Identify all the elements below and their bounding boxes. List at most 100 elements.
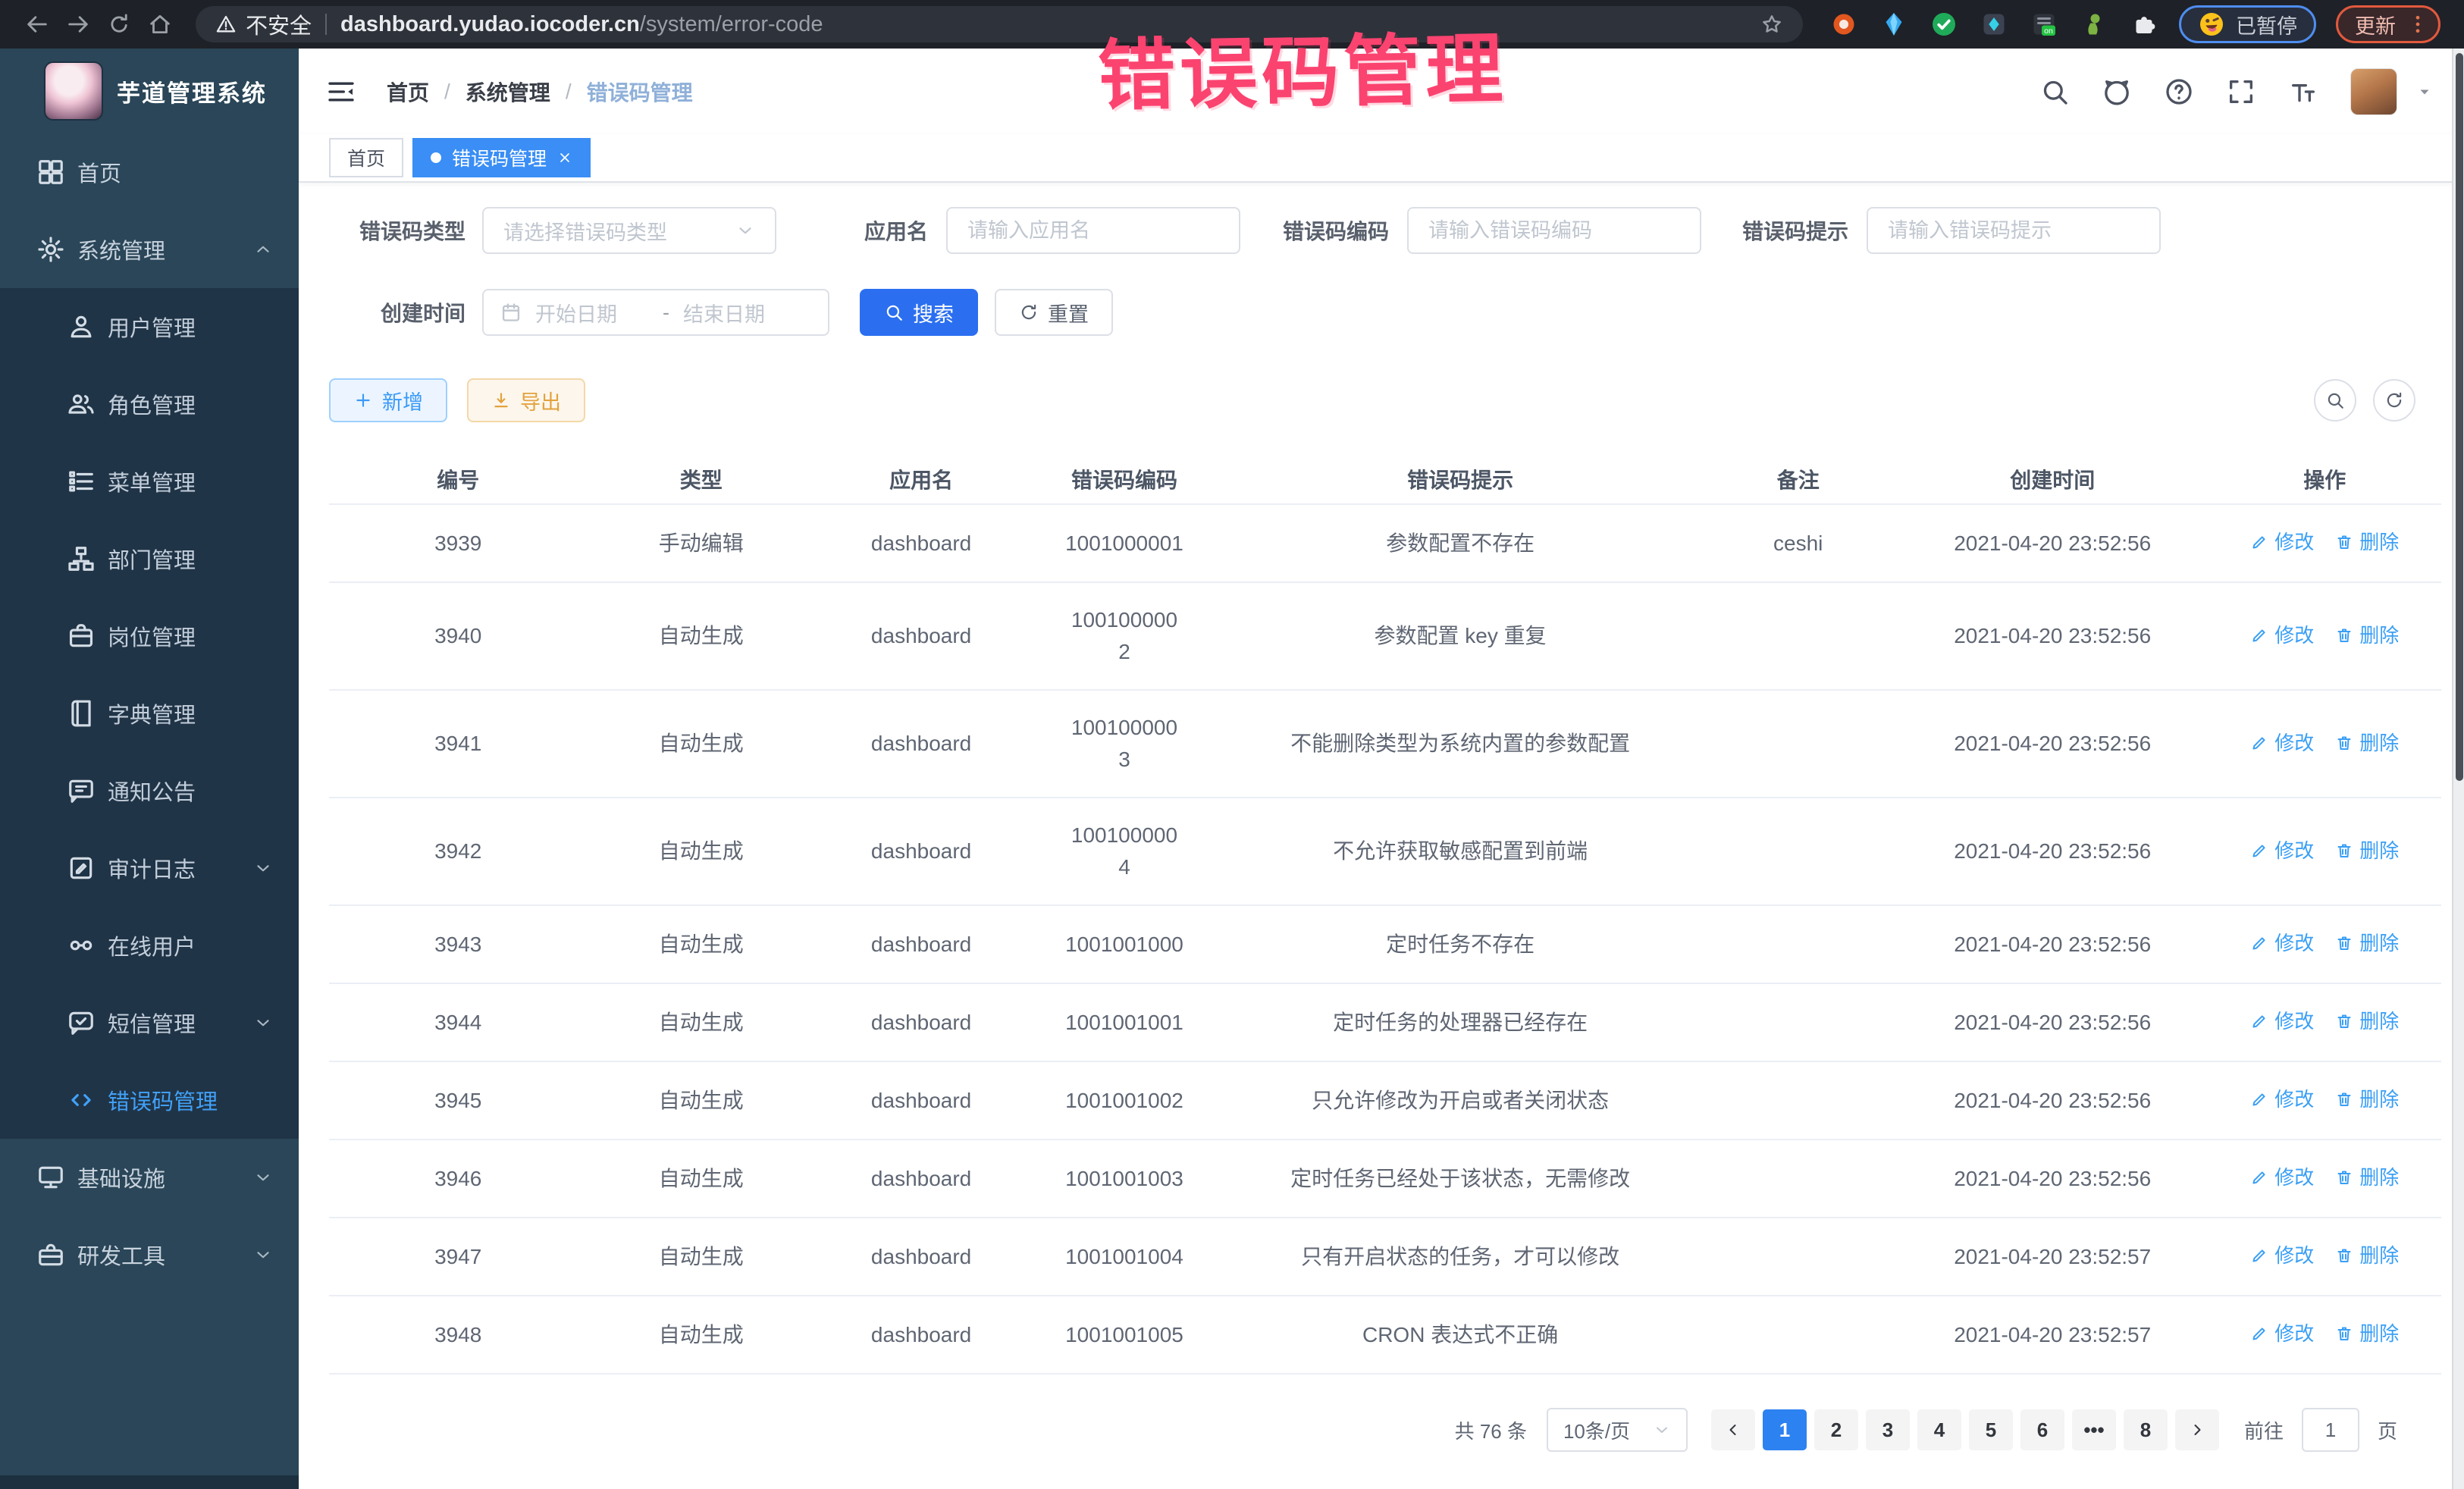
extension-paused-chip[interactable]: 已暂停	[2179, 5, 2316, 43]
back-arrow-icon	[24, 11, 50, 37]
page-button-8[interactable]: 8	[2124, 1409, 2168, 1450]
table-actions-cell: 修改删除	[2208, 1218, 2441, 1296]
header-search-icon[interactable]	[2039, 77, 2070, 107]
sidebar-item-label: 错误码管理	[108, 1084, 218, 1116]
user-avatar[interactable]	[2350, 68, 2397, 115]
error-code-input[interactable]	[1428, 219, 1680, 243]
edit-row-link[interactable]: 修改	[2250, 927, 2314, 959]
breadcrumb-home[interactable]: 首页	[387, 77, 429, 107]
avatar-caret-icon[interactable]	[2415, 83, 2434, 101]
page-button-5[interactable]: 5	[1969, 1409, 2013, 1450]
sidebar-item-dev-tools[interactable]: 研发工具	[0, 1216, 299, 1293]
log-icon	[67, 854, 96, 882]
sidebar-item-post-management[interactable]: 岗位管理	[0, 597, 299, 675]
page-button-6[interactable]: 6	[2020, 1409, 2064, 1450]
sidebar-item-home[interactable]: 首页	[0, 133, 299, 211]
reset-button[interactable]: 重置	[995, 289, 1113, 336]
table-cell: dashboard	[815, 504, 1027, 582]
sidebar-item-dept-management[interactable]: 部门管理	[0, 520, 299, 597]
export-button[interactable]: 导出	[467, 378, 585, 422]
show-search-toggle-button[interactable]	[2314, 379, 2356, 422]
edit-row-link[interactable]: 修改	[2250, 619, 2314, 651]
font-size-icon[interactable]	[2288, 77, 2318, 107]
app-name-input[interactable]	[967, 219, 1219, 243]
add-button[interactable]: 新增	[329, 378, 447, 422]
extension-puzzle-icon[interactable]	[2129, 9, 2159, 39]
sidebar-item-notice-announcement[interactable]: 通知公告	[0, 752, 299, 829]
edit-row-link[interactable]: 修改	[2250, 1318, 2314, 1350]
address-bar[interactable]: 不安全 dashboard.yudao.iocoder.cn /system/e…	[196, 6, 1803, 42]
page-button-4[interactable]: 4	[1917, 1409, 1961, 1450]
table-header-cell: 创建时间	[1897, 454, 2209, 504]
delete-row-link[interactable]: 删除	[2335, 1161, 2399, 1193]
delete-row-link[interactable]: 删除	[2335, 727, 2399, 759]
sidebar-item-role-management[interactable]: 角色管理	[0, 365, 299, 443]
edit-row-link[interactable]: 修改	[2250, 835, 2314, 867]
fullscreen-icon[interactable]	[2226, 77, 2256, 107]
sidebar-item-dict-management[interactable]: 字典管理	[0, 675, 299, 752]
sidebar-item-menu-management[interactable]: 菜单管理	[0, 443, 299, 520]
sidebar-item-sms-management[interactable]: 短信管理	[0, 984, 299, 1061]
browser-home-button[interactable]	[140, 4, 180, 45]
github-icon[interactable]	[2102, 77, 2132, 107]
next-page-button[interactable]	[2175, 1409, 2219, 1450]
more-pages-button[interactable]: •••	[2072, 1409, 2116, 1450]
create-time-range-picker[interactable]: 开始日期 - 结束日期	[482, 289, 829, 336]
browser-update-chip[interactable]: 更新	[2336, 5, 2440, 43]
delete-row-link[interactable]: 删除	[2335, 927, 2399, 959]
delete-row-link[interactable]: 删除	[2335, 1005, 2399, 1037]
edit-row-link[interactable]: 修改	[2250, 1083, 2314, 1115]
breadcrumb-system[interactable]: 系统管理	[466, 77, 550, 107]
edit-row-link[interactable]: 修改	[2250, 727, 2314, 759]
sidebar-collapse-button[interactable]	[326, 77, 356, 107]
goto-page-input[interactable]	[2302, 1408, 2359, 1452]
page-button-2[interactable]: 2	[1814, 1409, 1858, 1450]
breadcrumb: 首页 / 系统管理 / 错误码管理	[387, 77, 693, 107]
sidebar-logo[interactable]: 芋道管理系统	[0, 49, 299, 133]
edit-row-link[interactable]: 修改	[2250, 1005, 2314, 1037]
page-button-1[interactable]: 1	[1763, 1409, 1807, 1450]
extension-gem-icon[interactable]	[1879, 9, 1909, 39]
help-icon[interactable]	[2164, 77, 2194, 107]
table-cell: 1001001004	[1027, 1218, 1221, 1296]
sidebar-item-online-users[interactable]: 在线用户	[0, 907, 299, 984]
extension-grid-icon[interactable]	[1979, 9, 2009, 39]
delete-row-link[interactable]: 删除	[2335, 526, 2399, 558]
prev-page-button[interactable]	[1711, 1409, 1755, 1450]
extension-on-switch-icon[interactable]: on	[2029, 9, 2059, 39]
search-button[interactable]: 搜索	[860, 289, 978, 336]
page-size-select[interactable]: 10条/页	[1547, 1408, 1688, 1452]
delete-row-link[interactable]: 删除	[2335, 835, 2399, 867]
delete-row-link[interactable]: 删除	[2335, 619, 2399, 651]
tab-首页[interactable]: 首页	[329, 138, 403, 177]
delete-row-link[interactable]: 删除	[2335, 1083, 2399, 1115]
extension-orange-icon[interactable]	[1829, 9, 1859, 39]
edit-row-link[interactable]: 修改	[2250, 526, 2314, 558]
sidebar-item-error-code-management[interactable]: 错误码管理	[0, 1061, 299, 1139]
browser-menu-kebab-icon[interactable]	[2406, 13, 2429, 36]
sidebar-item-user-management[interactable]: 用户管理	[0, 288, 299, 365]
error-message-input[interactable]	[1888, 219, 2140, 243]
browser-forward-button[interactable]	[58, 4, 99, 45]
extension-green-figure-icon[interactable]	[2079, 9, 2109, 39]
table-cell: 2021-04-20 23:52:56	[1897, 1061, 2209, 1139]
refresh-table-button[interactable]	[2373, 379, 2415, 422]
sidebar-item-infrastructure[interactable]: 基础设施	[0, 1139, 299, 1216]
close-icon[interactable]	[557, 150, 572, 165]
type-select-placeholder: 请选择错误码类型	[503, 216, 667, 246]
delete-row-link[interactable]: 删除	[2335, 1318, 2399, 1350]
edit-row-link[interactable]: 修改	[2250, 1240, 2314, 1271]
browser-back-button[interactable]	[17, 4, 58, 45]
browser-reload-button[interactable]	[99, 4, 140, 45]
sidebar-item-audit-log[interactable]: 审计日志	[0, 829, 299, 907]
sidebar-item-system-management[interactable]: 系统管理	[0, 211, 299, 288]
edit-row-link[interactable]: 修改	[2250, 1161, 2314, 1193]
tab-错误码管理[interactable]: 错误码管理	[412, 138, 591, 177]
extension-green-check-icon[interactable]	[1929, 9, 1959, 39]
bookmark-star-icon[interactable]	[1760, 13, 1783, 36]
delete-row-link[interactable]: 删除	[2335, 1240, 2399, 1271]
error-code-type-select[interactable]: 请选择错误码类型	[482, 207, 776, 254]
window-scrollbar[interactable]	[2452, 49, 2464, 1489]
page-button-3[interactable]: 3	[1866, 1409, 1910, 1450]
scrollbar-thumb[interactable]	[2456, 53, 2463, 781]
